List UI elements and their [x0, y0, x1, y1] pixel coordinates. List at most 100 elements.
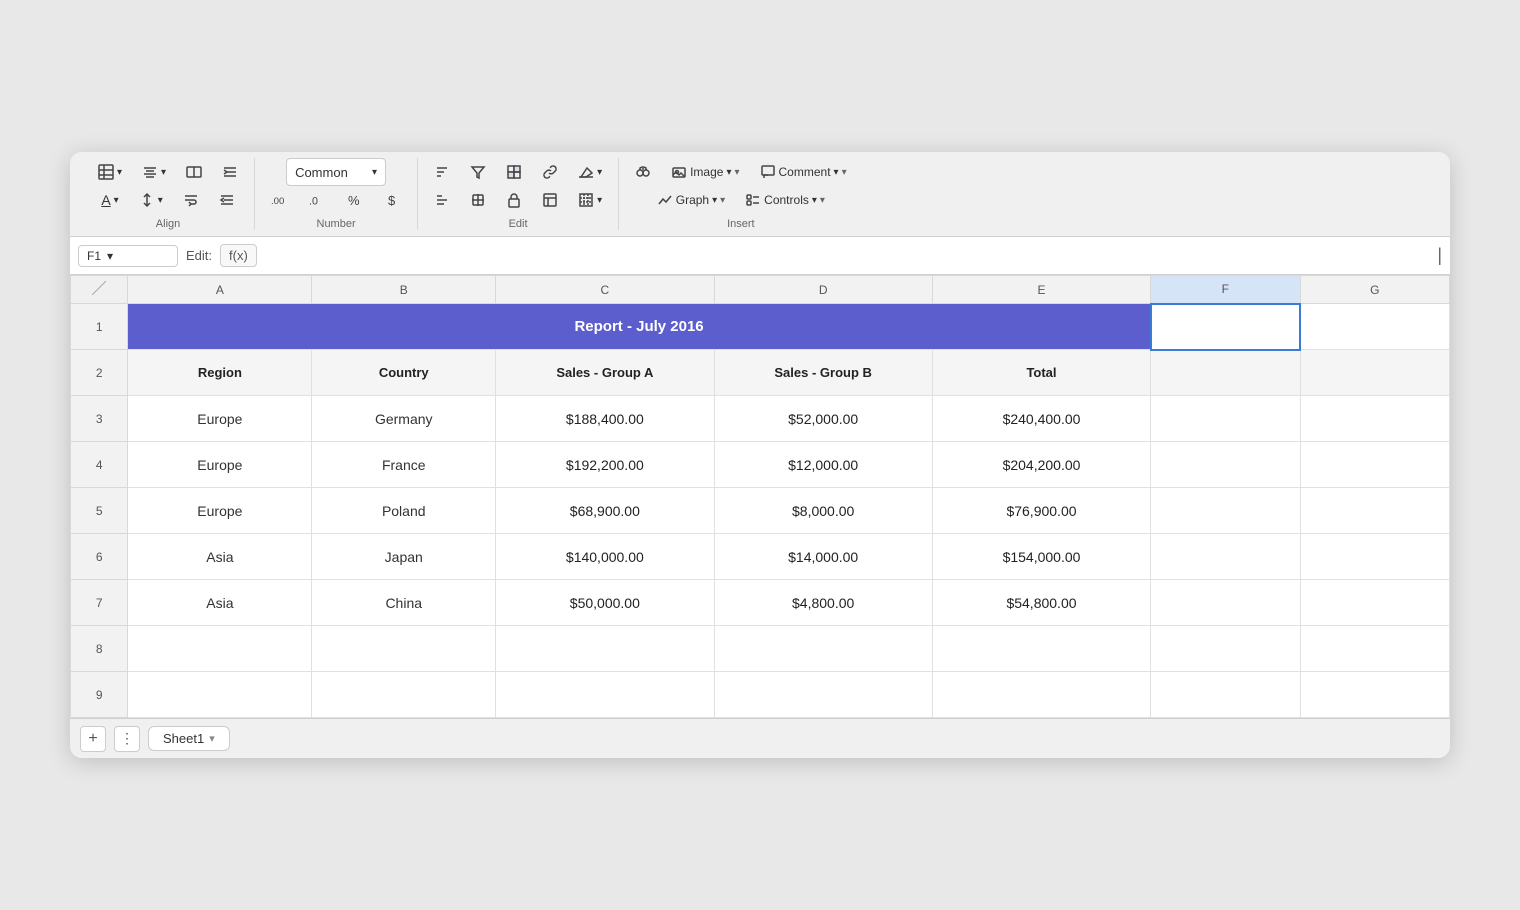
formula-input[interactable]	[265, 248, 1430, 263]
cell-f3[interactable]	[1151, 396, 1300, 442]
eraser-icon[interactable]: ▾	[570, 158, 610, 186]
col-header-a[interactable]: A	[128, 276, 312, 304]
cell-c7[interactable]: $50,000.00	[496, 580, 714, 626]
cell-d8[interactable]	[714, 626, 932, 672]
cell-reference[interactable]: F1 ▾	[78, 245, 178, 267]
link-icon[interactable]	[534, 158, 566, 186]
cell-e6[interactable]: $154,000.00	[932, 534, 1150, 580]
cell-g4[interactable]	[1300, 442, 1449, 488]
cell-b9[interactable]	[312, 672, 496, 718]
cell-a9[interactable]	[128, 672, 312, 718]
graph-button[interactable]: Graph ▾	[649, 186, 733, 214]
percent-icon[interactable]: %	[339, 186, 371, 214]
cell-e2[interactable]: Total	[932, 350, 1150, 396]
merge-icon[interactable]	[178, 158, 210, 186]
cell-e4[interactable]: $204,200.00	[932, 442, 1150, 488]
col-header-c[interactable]: C	[496, 276, 714, 304]
number-format-dropdown[interactable]: Common ▾	[286, 158, 386, 186]
indent-right-icon[interactable]	[214, 158, 246, 186]
cell-d6[interactable]: $14,000.00	[714, 534, 932, 580]
cell-g2[interactable]	[1300, 350, 1449, 396]
cell-a8[interactable]	[128, 626, 312, 672]
cell-c4[interactable]: $192,200.00	[496, 442, 714, 488]
cell-b8[interactable]	[312, 626, 496, 672]
cell-d2[interactable]: Sales - Group B	[714, 350, 932, 396]
cell-f1[interactable]	[1151, 304, 1300, 350]
cell-g7[interactable]	[1300, 580, 1449, 626]
border-icon[interactable]: ▾	[570, 186, 610, 214]
add-sheet-button[interactable]: +	[80, 726, 106, 752]
cell-g5[interactable]	[1300, 488, 1449, 534]
cell-e7[interactable]: $54,800.00	[932, 580, 1150, 626]
align-center-icon[interactable]: ▾	[134, 158, 174, 186]
cell-a4[interactable]: Europe	[128, 442, 312, 488]
cell-c5[interactable]: $68,900.00	[496, 488, 714, 534]
comment-button[interactable]: Comment ▾	[752, 158, 855, 186]
cell-d7[interactable]: $4,800.00	[714, 580, 932, 626]
cell-b6[interactable]: Japan	[312, 534, 496, 580]
cell-d9[interactable]	[714, 672, 932, 718]
cell-g8[interactable]	[1300, 626, 1449, 672]
cell-a7[interactable]: Asia	[128, 580, 312, 626]
sort2-icon[interactable]	[426, 186, 458, 214]
sheet-tab-sheet1[interactable]: Sheet1 ▾	[148, 726, 230, 751]
cell-b2[interactable]: Country	[312, 350, 496, 396]
currency-icon[interactable]: $	[377, 186, 409, 214]
cell-b4[interactable]: France	[312, 442, 496, 488]
col-header-d[interactable]: D	[714, 276, 932, 304]
cell-a6[interactable]: Asia	[128, 534, 312, 580]
cell-c9[interactable]	[496, 672, 714, 718]
col-header-f[interactable]: F	[1151, 276, 1300, 304]
cell-c2[interactable]: Sales - Group A	[496, 350, 714, 396]
cell-d4[interactable]: $12,000.00	[714, 442, 932, 488]
sheet-menu-button[interactable]: ⋮	[114, 726, 140, 752]
cell-e8[interactable]	[932, 626, 1150, 672]
cell-e9[interactable]	[932, 672, 1150, 718]
cell-e5[interactable]: $76,900.00	[932, 488, 1150, 534]
col-header-b[interactable]: B	[312, 276, 496, 304]
col-header-e[interactable]: E	[932, 276, 1150, 304]
filter-icon[interactable]	[462, 158, 494, 186]
valign-icon[interactable]: ▾	[131, 186, 171, 214]
cell-f7[interactable]	[1151, 580, 1300, 626]
indent-left-icon[interactable]	[211, 186, 243, 214]
cell-e3[interactable]: $240,400.00	[932, 396, 1150, 442]
decimal-inc-icon[interactable]: .00	[263, 186, 295, 214]
sort-icon[interactable]	[426, 158, 458, 186]
cell-b7[interactable]: China	[312, 580, 496, 626]
cell-a5[interactable]: Europe	[128, 488, 312, 534]
pivot-icon[interactable]	[498, 158, 530, 186]
col-header-g[interactable]: G	[1300, 276, 1449, 304]
table-icon[interactable]: ▾	[90, 158, 130, 186]
image-button[interactable]: Image ▾	[663, 158, 747, 186]
title-cell[interactable]: Report - July 2016	[128, 304, 1151, 350]
cell-g3[interactable]	[1300, 396, 1449, 442]
cell-g6[interactable]	[1300, 534, 1449, 580]
cell-g1[interactable]	[1300, 304, 1449, 350]
cell-f2[interactable]	[1151, 350, 1300, 396]
font-color-icon[interactable]: A ▾	[93, 186, 126, 214]
cell-f4[interactable]	[1151, 442, 1300, 488]
lock-icon[interactable]	[498, 186, 530, 214]
cell-b3[interactable]: Germany	[312, 396, 496, 442]
fx-button[interactable]: f(x)	[220, 244, 257, 267]
sheet-icon[interactable]	[534, 186, 566, 214]
cell-c8[interactable]	[496, 626, 714, 672]
cell-a2[interactable]: Region	[128, 350, 312, 396]
binoculars-icon[interactable]	[627, 158, 659, 186]
cell-d3[interactable]: $52,000.00	[714, 396, 932, 442]
cell-f9[interactable]	[1151, 672, 1300, 718]
cell-g9[interactable]	[1300, 672, 1449, 718]
decimal-dec-icon[interactable]: .0	[301, 186, 333, 214]
wrap-icon[interactable]	[175, 186, 207, 214]
cell-c3[interactable]: $188,400.00	[496, 396, 714, 442]
cell-f8[interactable]	[1151, 626, 1300, 672]
cell-c6[interactable]: $140,000.00	[496, 534, 714, 580]
cell-d5[interactable]: $8,000.00	[714, 488, 932, 534]
cell-f5[interactable]	[1151, 488, 1300, 534]
controls-button[interactable]: Controls ▾	[737, 186, 833, 214]
freeze-icon[interactable]	[462, 186, 494, 214]
cell-f6[interactable]	[1151, 534, 1300, 580]
cell-b5[interactable]: Poland	[312, 488, 496, 534]
cell-a3[interactable]: Europe	[128, 396, 312, 442]
